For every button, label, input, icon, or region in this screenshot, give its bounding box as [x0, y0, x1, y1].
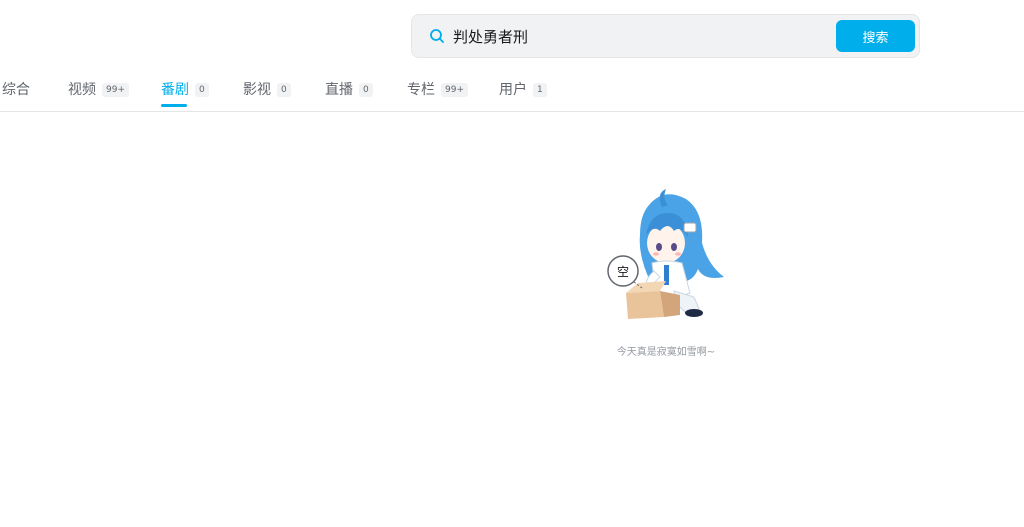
- tab-count-badge: 0: [359, 82, 373, 97]
- search-bar: 搜索: [411, 14, 920, 58]
- tab-label: 综合: [2, 81, 30, 98]
- empty-message: 今天真是寂寞如雪啊~: [616, 347, 716, 358]
- result-type-tabs: 综合 视频 99+ 番剧 0 影视 0 直播 0 专栏 99+ 用户 1: [0, 68, 1024, 112]
- tab-count-badge: 0: [195, 82, 209, 97]
- empty-mascot-illustration: 空: [607, 189, 724, 319]
- empty-state: 空 今天真是寂寞如雪啊~: [596, 185, 736, 365]
- search-results-page: 搜索 综合 视频 99+ 番剧 0 影视 0 直播 0 专栏 99+ 用户 1: [0, 0, 1024, 527]
- tab-count-badge: 99+: [102, 82, 129, 97]
- tab-bangumi[interactable]: 番剧 0: [161, 68, 209, 111]
- active-tab-indicator: [161, 104, 187, 107]
- tab-label: 用户: [499, 81, 527, 98]
- tab-label: 影视: [243, 81, 271, 98]
- tab-count-badge: 99+: [441, 82, 468, 97]
- tab-live[interactable]: 直播 0: [325, 68, 373, 111]
- tab-film[interactable]: 影视 0: [243, 68, 291, 111]
- tab-label: 视频: [68, 81, 96, 98]
- tab-count-badge: 0: [277, 82, 291, 97]
- tab-label: 专栏: [407, 81, 435, 98]
- tab-label: 直播: [325, 81, 353, 98]
- tab-count-badge: 1: [533, 82, 547, 97]
- tab-article[interactable]: 专栏 99+: [407, 68, 468, 111]
- tab-all[interactable]: 综合: [2, 68, 30, 111]
- search-icon: [429, 28, 445, 44]
- tab-label: 番剧: [161, 81, 189, 98]
- empty-bubble-text: 空: [617, 265, 629, 279]
- search-button[interactable]: 搜索: [836, 20, 915, 52]
- tab-user[interactable]: 用户 1: [499, 68, 547, 111]
- tab-video[interactable]: 视频 99+: [68, 68, 129, 111]
